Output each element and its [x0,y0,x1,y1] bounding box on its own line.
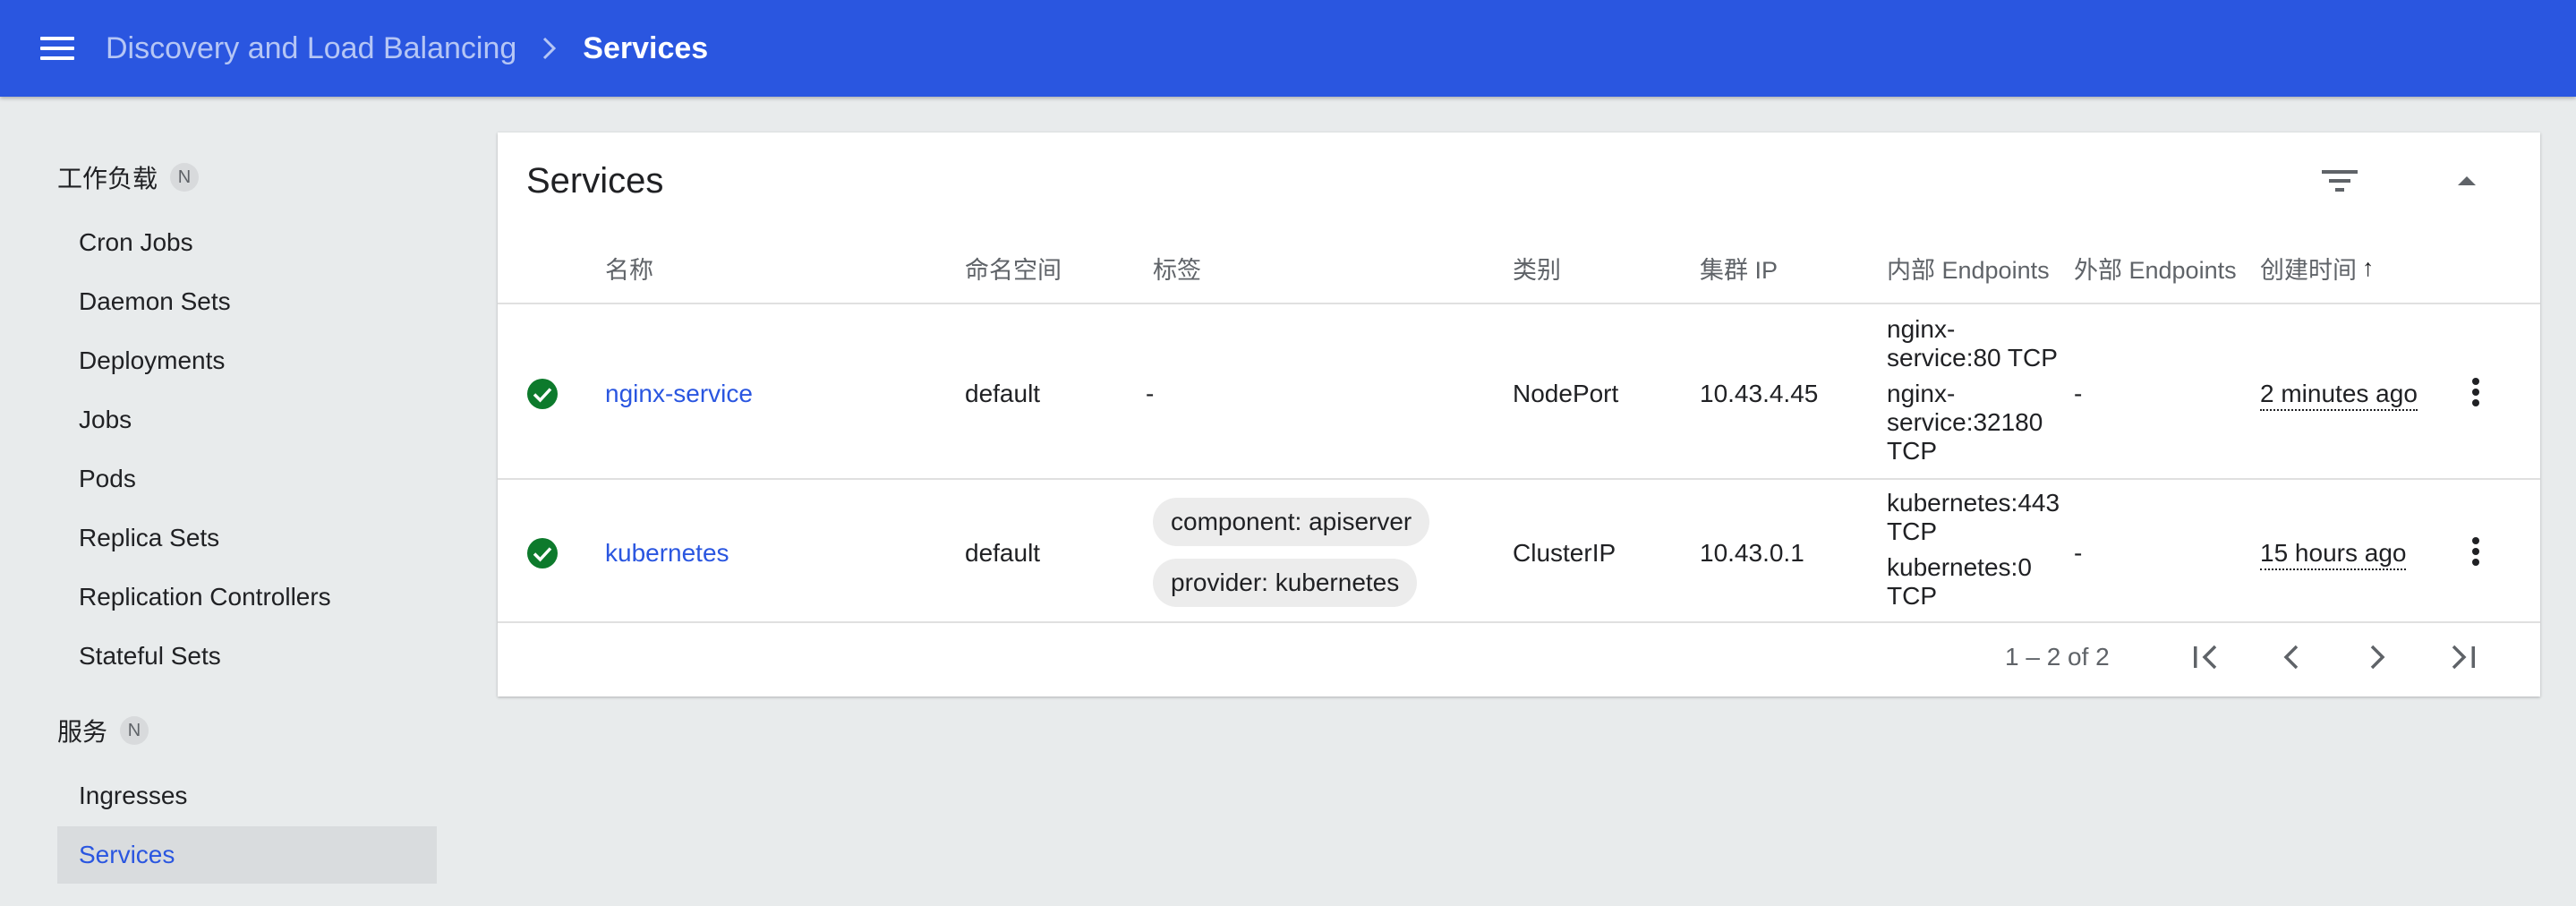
previous-page-icon[interactable] [2263,628,2320,686]
label-chip: provider: kubernetes [1153,559,1418,607]
column-header-created-label: 创建时间 [2260,257,2357,284]
column-header-namespace[interactable]: 命名空间 [965,251,1062,286]
row-divider [498,621,2540,623]
pagination-range: 1 – 2 of 2 [2005,643,2110,671]
type-cell: NodePort [1513,380,1619,407]
nav-section-services: 服务 N [57,713,149,748]
internal-endpoint: nginx-service:32180 TCP [1887,380,2043,465]
sidebar-item-label: Deployments [79,346,226,374]
column-header-name[interactable]: 名称 [605,251,653,286]
sidebar-item-cron-jobs[interactable]: Cron Jobs [57,214,437,271]
created-cell: 2 minutes ago [2260,380,2418,411]
column-header-type: 类别 [1513,257,1561,284]
created-cell: 15 hours ago [2260,539,2407,570]
sidebar-item-jobs[interactable]: Jobs [57,391,437,449]
sidebar-item-label: Ingresses [79,782,188,809]
labels-cell: - [1146,380,1155,407]
label-chip: component: apiserver [1153,498,1430,546]
namespace-cell: default [965,380,1041,407]
created-age: 2 minutes ago [2260,380,2418,411]
nav-section-title: 服务 [57,718,108,746]
sidebar-item-label: Replica Sets [79,524,220,551]
internal-endpoint: kubernetes:0 TCP [1887,553,2032,610]
sidebar-item-label: Daemon Sets [79,287,231,315]
type-cell: ClusterIP [1513,539,1616,567]
row-divider [498,478,2540,480]
check-circle-icon [527,379,558,409]
external-endpoints-cell: - [2074,539,2083,567]
column-header-labels: 标签 [1153,257,1201,284]
collapse-icon[interactable] [2438,152,2495,209]
sidebar-item-label: Stateful Sets [79,642,221,670]
breadcrumb-parent[interactable]: Discovery and Load Balancing [106,31,516,66]
sidebar-item-stateful-sets[interactable]: Stateful Sets [57,628,437,685]
service-name-link[interactable]: kubernetes [605,539,729,568]
sidebar-item-replica-sets[interactable]: Replica Sets [57,509,437,567]
column-header-external-endpoints: 外部 Endpoints [2074,257,2237,284]
internal-endpoint: kubernetes:443 TCP [1887,489,2060,545]
last-page-icon[interactable] [2435,628,2492,686]
sidebar-item-label: Jobs [79,406,132,433]
service-name-link[interactable]: nginx-service [605,380,753,408]
more-vert-icon[interactable] [2447,523,2504,580]
cluster-ip-cell: 10.43.0.1 [1700,539,1804,567]
check-circle-icon [527,538,558,568]
chevron-right-icon [536,35,563,62]
column-header-created[interactable]: 创建时间 ↑ [2260,251,2375,286]
top-bar: Discovery and Load Balancing Services [0,0,2576,97]
sort-arrow-icon: ↑ [2362,254,2375,281]
sidebar-item-deployments[interactable]: Deployments [57,332,437,389]
header-divider [498,303,2540,304]
sidebar-item-pods[interactable]: Pods [57,450,437,508]
created-age: 15 hours ago [2260,539,2407,570]
sidebar-item-label: Services [79,841,175,868]
external-endpoints-cell: - [2074,380,2083,407]
column-header-cluster-ip: 集群 IP [1700,257,1778,284]
nav-section-title: 工作负载 [57,165,158,192]
breadcrumb-current: Services [583,30,709,65]
namespaced-badge: N [170,163,200,192]
sidebar-item-label: Cron Jobs [79,228,193,256]
sidebar-item-services[interactable]: Services [57,826,437,884]
namespaced-badge: N [120,716,149,745]
menu-icon[interactable] [29,20,86,77]
filter-icon[interactable] [2311,152,2368,209]
first-page-icon[interactable] [2177,628,2234,686]
sidebar-item-label: Replication Controllers [79,583,331,611]
sidebar-item-daemon-sets[interactable]: Daemon Sets [57,273,437,330]
services-card: Services 名称 命名空间 标签 类别 集群 IP 内部 Endpoint… [498,132,2540,697]
column-header-internal-endpoints: 内部 Endpoints [1887,257,2050,284]
sidebar-item-ingresses[interactable]: Ingresses [57,767,437,825]
internal-endpoint: nginx-service:80 TCP [1887,315,2058,372]
nav-section-workloads: 工作负载 N [57,159,200,195]
cluster-ip-cell: 10.43.4.45 [1700,380,1819,407]
sidebar-item-label: Pods [79,465,136,492]
next-page-icon[interactable] [2349,628,2406,686]
card-title: Services [526,161,664,201]
more-vert-icon[interactable] [2447,363,2504,421]
sidebar: 工作负载 N Cron Jobs Daemon Sets Deployments… [0,97,465,906]
sidebar-item-replication-controllers[interactable]: Replication Controllers [57,568,437,626]
namespace-cell: default [965,539,1041,567]
